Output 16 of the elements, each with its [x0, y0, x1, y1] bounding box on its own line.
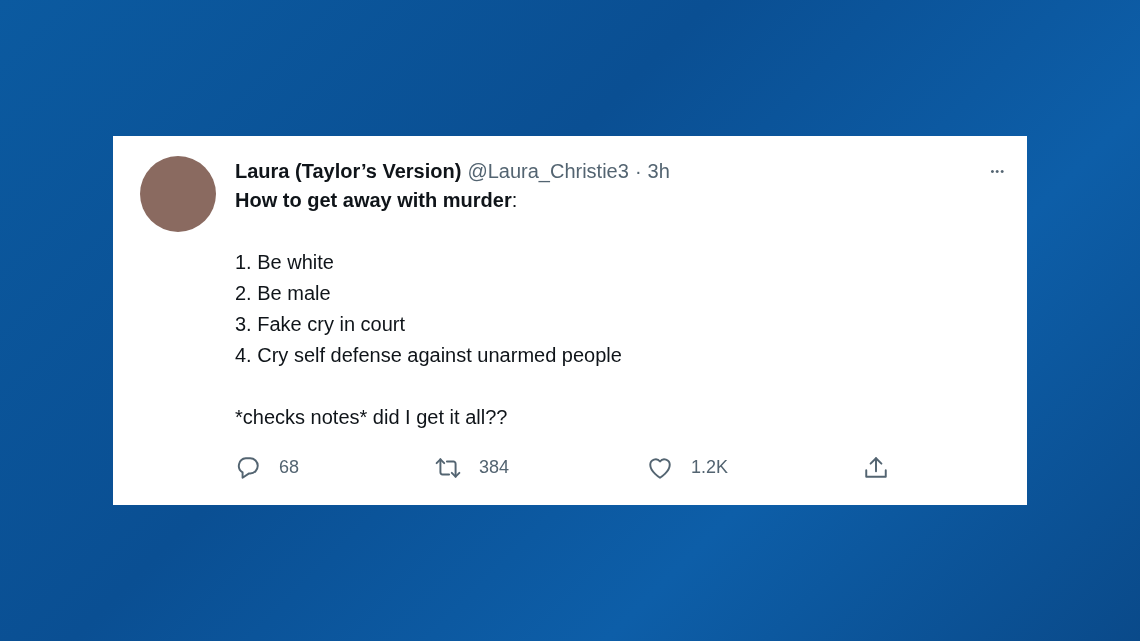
display-name[interactable]: Laura (Taylor’s Version) — [235, 159, 462, 183]
tweet-text: *checks notes* did I get it all?? — [235, 404, 509, 430]
speech-bubble-icon — [235, 454, 261, 481]
list-item: 2. Be male — [235, 280, 332, 306]
reply-button[interactable]: 68 — [235, 454, 435, 481]
more-options-button[interactable]: ••• — [990, 165, 1005, 177]
like-button[interactable]: 1.2K — [647, 454, 863, 481]
tweet-text: How to get away with murder: — [235, 187, 519, 213]
list-item: 1. Be white — [235, 249, 335, 275]
user-handle[interactable]: @Laura_Christie3 — [467, 159, 629, 183]
retweet-button[interactable]: 384 — [435, 454, 647, 481]
list-item: 4. Cry self defense against unarmed people — [235, 342, 623, 368]
timestamp[interactable]: 3h — [647, 159, 670, 183]
list-item: 3. Fake cry in court — [235, 311, 407, 337]
share-icon — [863, 454, 889, 481]
separator-dot: · — [634, 159, 642, 183]
